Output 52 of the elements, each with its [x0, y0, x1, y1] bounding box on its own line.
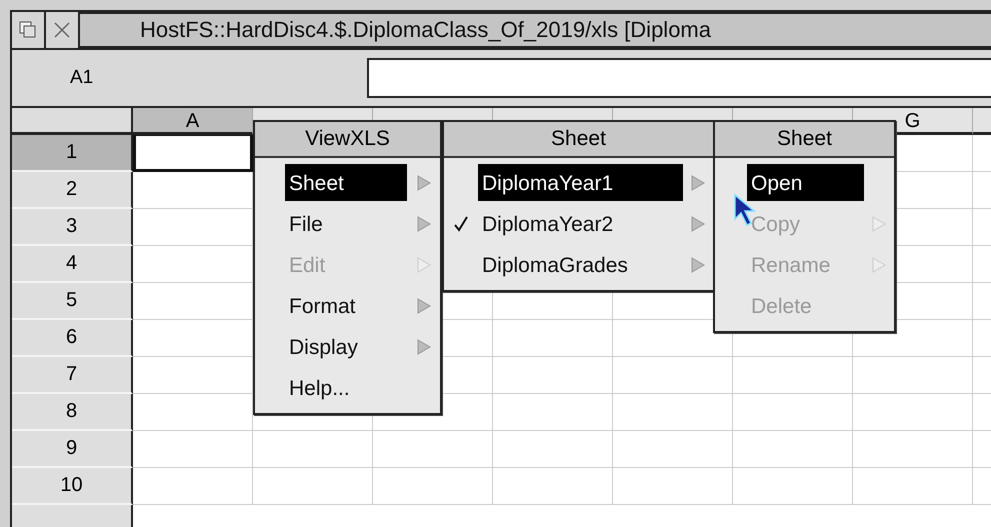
table-cell[interactable]: [733, 394, 853, 431]
menu-item[interactable]: DiplomaYear2: [478, 205, 683, 242]
cell-reference: A1: [69, 67, 94, 89]
row-header[interactable]: 5: [12, 283, 133, 320]
column-header[interactable]: A: [133, 108, 253, 135]
row-header[interactable]: 8: [12, 394, 133, 431]
table-cell[interactable]: [253, 468, 373, 505]
menu-item[interactable]: Sheet: [285, 164, 407, 201]
table-cell[interactable]: [853, 394, 973, 431]
close-icon[interactable]: [46, 12, 80, 48]
table-cell[interactable]: [853, 468, 973, 505]
table-cell[interactable]: [493, 394, 613, 431]
title-bar[interactable]: HostFS::HardDisc4.$.DiplomaClass_Of_2019/xls [Diploma: [80, 12, 991, 48]
row-header[interactable]: 4: [12, 246, 133, 283]
table-cell[interactable]: [493, 357, 613, 394]
row-header[interactable]: 2: [12, 172, 133, 209]
row-header[interactable]: 7: [12, 357, 133, 394]
table-cell[interactable]: [733, 357, 853, 394]
menu-title: Sheet: [715, 122, 894, 158]
menu-title: ViewXLS: [255, 122, 440, 158]
table-cell[interactable]: [373, 431, 493, 468]
table-cell[interactable]: [493, 320, 613, 357]
table-cell[interactable]: [853, 431, 973, 468]
menu-item[interactable]: DiplomaYear1: [478, 164, 683, 201]
row-header[interactable]: 9: [12, 431, 133, 468]
menu-item[interactable]: File: [285, 205, 407, 242]
table-cell[interactable]: [373, 468, 493, 505]
table-cell[interactable]: [613, 468, 733, 505]
row-header[interactable]: 1: [12, 135, 133, 172]
table-cell[interactable]: [613, 431, 733, 468]
table-cell[interactable]: [133, 468, 253, 505]
table-cell[interactable]: [133, 431, 253, 468]
row-header[interactable]: 6: [12, 320, 133, 357]
menu-item[interactable]: Display: [285, 328, 407, 365]
table-cell[interactable]: [493, 468, 613, 505]
table-cell[interactable]: [733, 468, 853, 505]
table-cell[interactable]: [613, 357, 733, 394]
window-title: HostFS::HardDisc4.$.DiplomaClass_Of_2019/xls [Diploma: [140, 17, 711, 43]
table-cell[interactable]: [853, 357, 973, 394]
menu-title: Sheet: [444, 122, 713, 158]
back-icon[interactable]: [12, 12, 46, 48]
menu-item[interactable]: Format: [285, 287, 407, 324]
menu-item[interactable]: Help...: [285, 369, 407, 406]
row-header[interactable]: 10: [12, 468, 133, 505]
table-cell[interactable]: [733, 431, 853, 468]
formula-field[interactable]: [367, 58, 991, 98]
menu-item[interactable]: Open: [747, 164, 864, 201]
table-cell[interactable]: [613, 394, 733, 431]
menu-item[interactable]: DiplomaGrades: [478, 246, 683, 283]
table-cell[interactable]: [493, 431, 613, 468]
table-cell[interactable]: [253, 431, 373, 468]
row-header[interactable]: 3: [12, 209, 133, 246]
